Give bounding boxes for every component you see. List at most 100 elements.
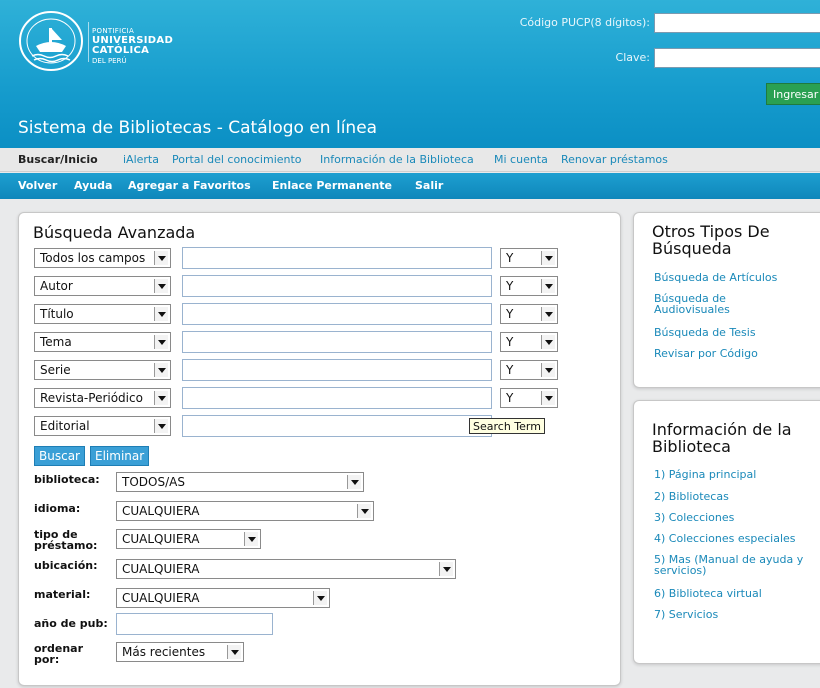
link-servicios[interactable]: 7) Servicios <box>654 609 718 620</box>
sort-label: ordenar por: <box>34 643 83 665</box>
chevron-down-icon <box>357 504 371 518</box>
nav-agregar-favoritos[interactable]: Agregar a Favoritos <box>128 179 251 192</box>
link-manual-ayuda-line2[interactable]: servicios) <box>654 565 706 576</box>
sort-select-value: Más recientes <box>122 645 206 659</box>
link-busqueda-articulos[interactable]: Búsqueda de Artículos <box>654 272 777 283</box>
chevron-down-icon <box>154 279 168 293</box>
search-term-input-7[interactable] <box>182 415 492 437</box>
password-input[interactable] <box>654 48 820 68</box>
sort-label-line2: por: <box>34 653 60 666</box>
nav-salir[interactable]: Salir <box>415 179 443 192</box>
search-term-input-4[interactable] <box>182 331 492 353</box>
chevron-down-icon <box>154 419 168 433</box>
pucp-code-input[interactable] <box>654 13 820 33</box>
bool-select-value: Y <box>506 391 514 405</box>
link-busqueda-tesis[interactable]: Búsqueda de Tesis <box>654 327 756 338</box>
link-busqueda-audiovisuales-line2[interactable]: Audiovisuales <box>654 304 730 315</box>
search-term-input-2[interactable] <box>182 275 492 297</box>
login-button[interactable]: Ingresar <box>766 83 820 105</box>
advanced-search-panel: Búsqueda Avanzada Todos los campos Y Aut… <box>18 212 621 686</box>
year-filter-input[interactable] <box>116 613 273 635</box>
library-info-title: Información de la Biblioteca <box>652 421 792 455</box>
link-pagina-principal[interactable]: 1) Página principal <box>654 469 756 480</box>
bool-select-row-3[interactable]: Y <box>500 304 558 324</box>
library-filter-value: TODOS/AS <box>122 475 185 489</box>
field-select-row-2[interactable]: Autor <box>34 276 171 296</box>
search-term-input-6[interactable] <box>182 387 492 409</box>
clear-button[interactable]: Eliminar <box>90 446 150 466</box>
chevron-down-icon <box>347 475 361 489</box>
bool-select-row-1[interactable]: Y <box>500 248 558 268</box>
library-filter-select[interactable]: TODOS/AS <box>116 472 364 492</box>
link-colecciones-especiales[interactable]: 4) Colecciones especiales <box>654 533 796 544</box>
chevron-down-icon <box>541 251 555 265</box>
nav-ialerta[interactable]: iAlerta <box>123 153 159 166</box>
advanced-search-title: Búsqueda Avanzada <box>33 223 196 242</box>
field-select-value: Autor <box>40 279 73 293</box>
year-filter-label: año de pub: <box>34 617 108 630</box>
other-search-title-line2: Búsqueda <box>652 239 732 258</box>
search-term-input-5[interactable] <box>182 359 492 381</box>
link-bibliotecas[interactable]: 2) Bibliotecas <box>654 491 729 502</box>
chevron-down-icon <box>541 391 555 405</box>
chevron-down-icon <box>313 591 327 605</box>
location-filter-value: CUALQUIERA <box>122 562 200 576</box>
field-select-value: Todos los campos <box>40 251 146 265</box>
other-search-panel: Otros Tipos De Búsqueda Búsqueda de Artíc… <box>633 212 820 388</box>
material-filter-select[interactable]: CUALQUIERA <box>116 588 330 608</box>
bool-select-row-5[interactable]: Y <box>500 360 558 380</box>
wordmark-line4: DEL PERÚ <box>92 57 127 65</box>
chevron-down-icon <box>154 251 168 265</box>
chevron-down-icon <box>154 363 168 377</box>
bool-select-row-2[interactable]: Y <box>500 276 558 296</box>
chevron-down-icon <box>541 307 555 321</box>
bool-select-value: Y <box>506 279 514 293</box>
sort-select[interactable]: Más recientes <box>116 642 244 662</box>
nav-buscar-inicio[interactable]: Buscar/Inicio <box>18 153 98 166</box>
wordmark-line3: CATÓLICA <box>92 45 150 56</box>
library-info-title-line2: Biblioteca <box>652 437 731 456</box>
search-term-input-3[interactable] <box>182 303 492 325</box>
field-select-value: Revista-Periódico <box>40 391 143 405</box>
loan-type-filter-select[interactable]: CUALQUIERA <box>116 529 261 549</box>
site-title: Sistema de Bibliotecas - Catálogo en lín… <box>18 118 378 138</box>
university-wordmark: PONTIFICIA UNIVERSIDAD CATÓLICA DEL PERÚ <box>92 26 173 66</box>
nav-mi-cuenta[interactable]: Mi cuenta <box>494 153 548 166</box>
nav-renovar-prestamos[interactable]: Renovar préstamos <box>561 153 668 166</box>
field-select-row-7[interactable]: Editorial <box>34 416 171 436</box>
chevron-down-icon <box>439 562 453 576</box>
search-button[interactable]: Buscar <box>34 446 85 466</box>
secondary-nav: Volver Ayuda Agregar a Favoritos Enlace … <box>0 173 820 199</box>
loan-type-filter-value: CUALQUIERA <box>122 532 200 546</box>
field-select-value: Editorial <box>40 419 90 433</box>
bool-select-value: Y <box>506 307 514 321</box>
search-term-input-1[interactable] <box>182 247 492 269</box>
nav-ayuda[interactable]: Ayuda <box>74 179 112 192</box>
pucp-code-label: Código PUCP(8 dígitos): <box>519 16 650 29</box>
link-biblioteca-virtual[interactable]: 6) Biblioteca virtual <box>654 588 762 599</box>
field-select-row-1[interactable]: Todos los campos <box>34 248 171 268</box>
link-colecciones[interactable]: 3) Colecciones <box>654 512 734 523</box>
field-select-value: Título <box>40 307 74 321</box>
nav-enlace-permanente[interactable]: Enlace Permanente <box>272 179 392 192</box>
chevron-down-icon <box>154 307 168 321</box>
nav-volver[interactable]: Volver <box>18 179 57 192</box>
nav-informacion-biblioteca[interactable]: Información de la Biblioteca <box>320 153 474 166</box>
chevron-down-icon <box>541 363 555 377</box>
location-filter-select[interactable]: CUALQUIERA <box>116 559 456 579</box>
field-select-value: Serie <box>40 363 71 377</box>
logo-divider <box>88 22 89 62</box>
field-select-row-3[interactable]: Título <box>34 304 171 324</box>
chevron-down-icon <box>154 391 168 405</box>
nav-portal-conocimiento[interactable]: Portal del conocimiento <box>172 153 302 166</box>
field-select-row-6[interactable]: Revista-Periódico <box>34 388 171 408</box>
bool-select-row-4[interactable]: Y <box>500 332 558 352</box>
language-filter-label: idioma: <box>34 502 81 515</box>
password-label: Clave: <box>615 51 650 64</box>
field-select-row-5[interactable]: Serie <box>34 360 171 380</box>
link-revisar-por-codigo[interactable]: Revisar por Código <box>654 348 758 359</box>
bool-select-value: Y <box>506 251 514 265</box>
bool-select-row-6[interactable]: Y <box>500 388 558 408</box>
field-select-row-4[interactable]: Tema <box>34 332 171 352</box>
language-filter-select[interactable]: CUALQUIERA <box>116 501 374 521</box>
